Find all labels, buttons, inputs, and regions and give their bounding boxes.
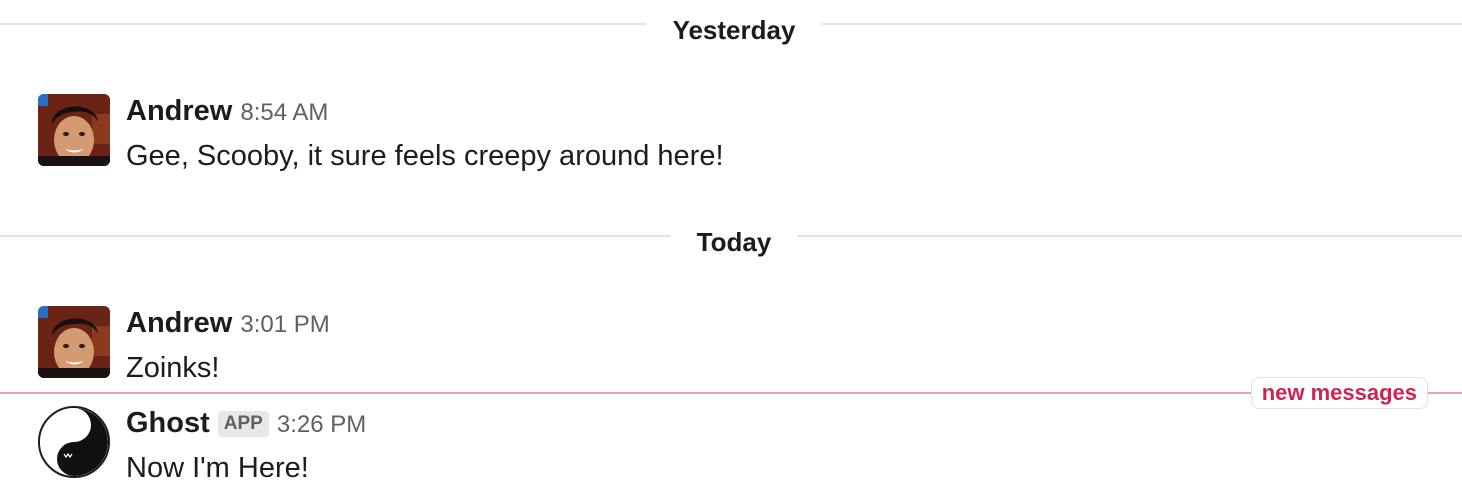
message-timestamp[interactable]: 8:54 AM <box>240 96 328 130</box>
day-divider-yesterday: Yesterday <box>646 14 822 46</box>
message-author[interactable]: Andrew <box>126 306 232 340</box>
app-badge: APP <box>217 411 269 437</box>
message-author[interactable]: Ghost <box>126 406 210 440</box>
message-text: Zoinks! <box>126 352 220 384</box>
avatar-photo-icon <box>38 94 110 166</box>
new-messages-line <box>0 392 1462 394</box>
ghost-yin-yang-icon <box>40 408 108 476</box>
message-timestamp[interactable]: 3:26 PM <box>277 408 366 442</box>
day-divider-today: Today <box>670 226 798 258</box>
ghost-yin-yang-avatar[interactable] <box>38 406 110 478</box>
new-messages-label[interactable]: new messages <box>1250 377 1428 409</box>
message-text: Now I'm Here! <box>126 452 309 484</box>
user-photo-avatar[interactable] <box>38 94 110 166</box>
message-text: Gee, Scooby, it sure feels creepy around… <box>126 140 724 172</box>
avatar-photo-icon <box>38 306 110 378</box>
user-photo-avatar[interactable] <box>38 306 110 378</box>
message-timestamp[interactable]: 3:01 PM <box>240 308 329 342</box>
message-author[interactable]: Andrew <box>126 94 232 128</box>
